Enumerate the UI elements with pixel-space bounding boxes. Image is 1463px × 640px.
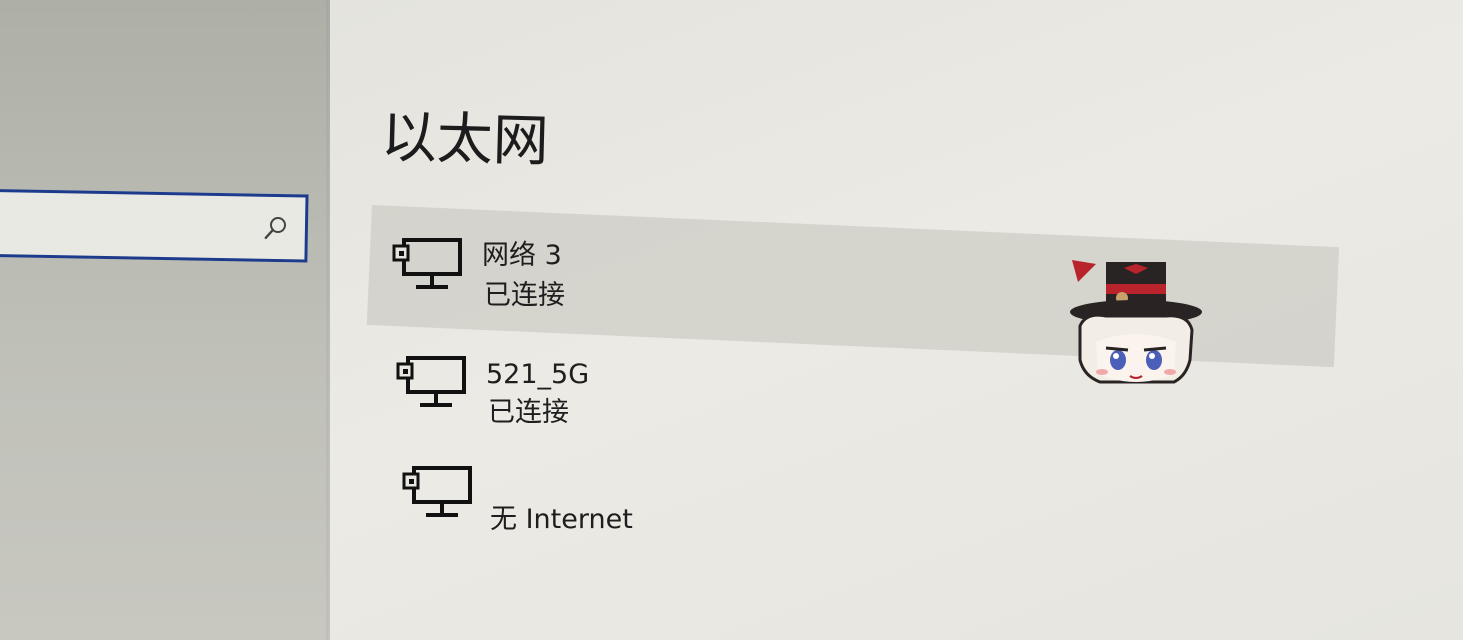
navigation-pane xyxy=(0,0,330,640)
ethernet-monitor-icon xyxy=(396,356,466,407)
ethernet-monitor-icon xyxy=(402,466,472,517)
search-icon[interactable] xyxy=(263,215,289,241)
network-status: 无 Internet xyxy=(490,504,633,535)
network-name: 网络 3 xyxy=(482,240,562,271)
settings-window: 以太网 网络 3 已连接 521_5G 已连接 无 Internet xyxy=(0,0,1463,640)
search-input[interactable] xyxy=(0,189,309,263)
network-name: 521_5G xyxy=(486,359,590,390)
network-status: 已连接 xyxy=(488,397,569,428)
ethernet-monitor-icon xyxy=(392,238,462,289)
page-title: 以太网 xyxy=(379,104,550,175)
network-status: 已连接 xyxy=(484,280,565,311)
chibi-character-icon xyxy=(1070,260,1202,384)
